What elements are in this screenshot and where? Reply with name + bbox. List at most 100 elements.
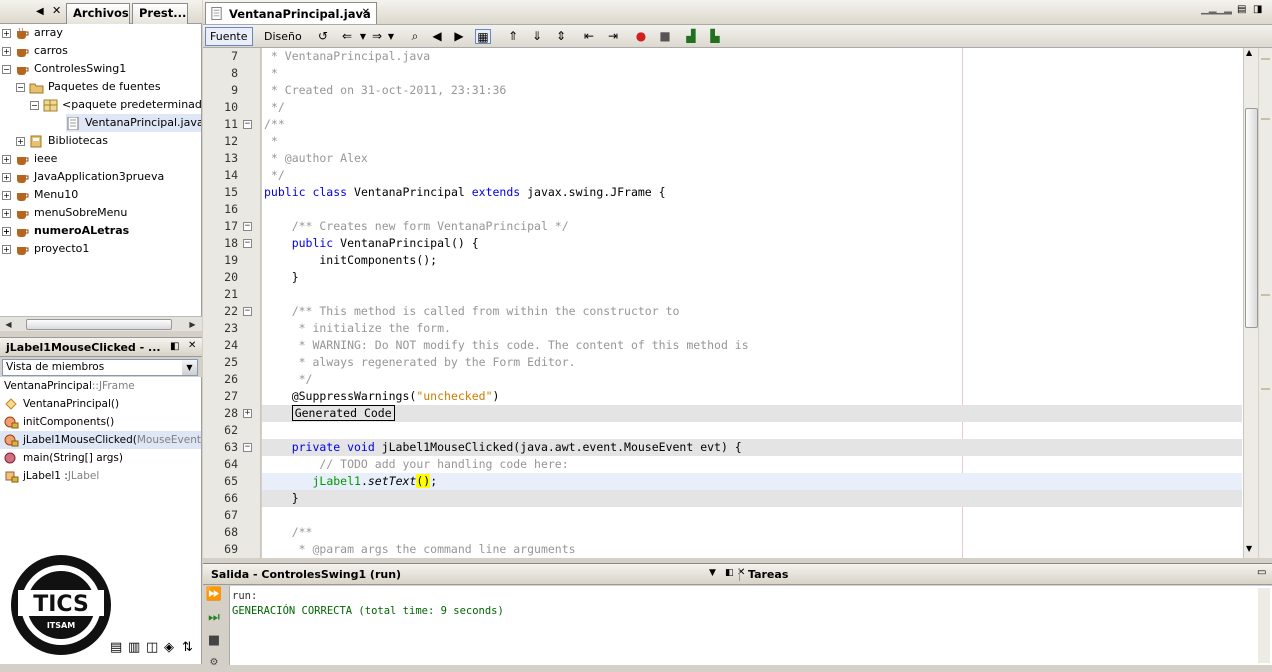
filter-icon[interactable]: ▥ <box>128 640 140 655</box>
tree-item-bibliotecas[interactable]: + Bibliotecas <box>16 132 108 150</box>
record-macro-icon[interactable]: ● <box>633 29 649 44</box>
tree-item-ieee[interactable]: + ieee <box>2 150 57 168</box>
scroll-down-icon[interactable]: ▼ <box>1246 544 1252 553</box>
collapse-icon[interactable]: − <box>16 82 25 92</box>
scroll-thumb[interactable] <box>1245 108 1258 328</box>
stripe-mark[interactable] <box>1261 58 1270 60</box>
filter-icon[interactable]: ◫ <box>146 640 158 655</box>
filter-icon[interactable]: ⇅ <box>182 640 193 655</box>
code-line[interactable]: * <box>262 65 1242 82</box>
code-line[interactable]: * @param args the command line arguments <box>262 541 1242 558</box>
expand-icon[interactable]: + <box>2 28 11 38</box>
tree-item-paquete-predeterminado[interactable]: − <paquete predeterminado <box>30 96 201 114</box>
output-console[interactable]: run: GENERACIÓN CORRECTA (total time: 9 … <box>229 586 1272 665</box>
code-line[interactable] <box>262 507 1242 524</box>
tree-item-controlesswing1[interactable]: − ControlesSwing1 <box>2 60 126 78</box>
tree-item-proyecto1[interactable]: + proyecto1 <box>2 240 89 258</box>
window-menu-icon[interactable]: ◧ <box>170 341 179 352</box>
stripe-mark[interactable] <box>1261 294 1270 296</box>
code-line[interactable]: private void jLabel1MouseClicked(java.aw… <box>262 439 1242 456</box>
tab-tareas[interactable]: Tareas <box>739 568 788 581</box>
code-line[interactable]: * @author Alex <box>262 150 1242 167</box>
stripe-mark[interactable] <box>1261 118 1270 120</box>
code-line[interactable]: initComponents(); <box>262 252 1242 269</box>
tree-item-numeroaletras[interactable]: + numeroALetras <box>2 222 129 240</box>
member-row[interactable]: main(String[] args) <box>4 449 123 467</box>
minimize-icon[interactable]: ▭ <box>1257 567 1266 578</box>
tab-list-icon[interactable]: ▤ <box>1237 4 1246 15</box>
close-icon[interactable]: ✕ <box>362 7 370 18</box>
collapse-icon[interactable]: − <box>2 64 11 74</box>
diseno-button[interactable]: Diseño <box>259 27 307 46</box>
fold-collapse-icon[interactable]: − <box>243 443 252 452</box>
stop-macro-icon[interactable]: ■ <box>657 29 673 44</box>
editor-tab-ventanaprincipal[interactable]: VentanaPrincipal.java ✕ <box>205 2 377 24</box>
code-line[interactable]: * VentanaPrincipal.java <box>262 48 1242 65</box>
fold-collapse-icon[interactable]: − <box>243 239 252 248</box>
expand-icon[interactable]: + <box>16 136 25 146</box>
chevron-down-icon[interactable]: ▼ <box>383 29 399 44</box>
rerun-options-icon[interactable]: ⏭ <box>205 609 223 627</box>
fold-collapse-icon[interactable]: − <box>243 307 252 316</box>
code-line[interactable]: jLabel1.setText(); <box>262 473 1242 490</box>
tree-item-ventanaprincipal-java[interactable]: VentanaPrincipal.java <box>66 114 201 132</box>
collapse-icon[interactable]: − <box>30 100 39 110</box>
code-line[interactable]: } <box>262 490 1242 507</box>
navigator-class-row[interactable]: VentanaPrincipal :: JFrame <box>4 377 135 395</box>
project-tree-hscroll[interactable]: ◀ ▶ <box>0 316 202 331</box>
stop-icon[interactable]: ■ <box>205 632 223 650</box>
find-next-icon[interactable]: ▶ <box>451 29 467 44</box>
code-line[interactable] <box>262 422 1242 439</box>
tree-item-menusobremenu[interactable]: + menuSobreMenu <box>2 204 127 222</box>
code-line[interactable]: /** <box>262 524 1242 541</box>
code-line[interactable] <box>262 286 1242 303</box>
fold-collapse-icon[interactable]: − <box>243 222 252 231</box>
back-icon[interactable]: ⇐ <box>339 29 355 44</box>
code-line[interactable]: // TODO add your handling code here: <box>262 456 1242 473</box>
navigator-view-select[interactable]: Vista de miembros ▼ <box>2 359 198 376</box>
expand-icon[interactable]: + <box>2 172 11 182</box>
expand-icon[interactable]: + <box>2 154 11 164</box>
rerun-icon[interactable]: ⏩ <box>205 586 223 604</box>
output-settings-icon[interactable]: ⚙ <box>205 654 223 672</box>
scroll-left-icon[interactable]: ◀ <box>2 318 15 331</box>
find-previous-icon[interactable]: ◀ <box>429 29 445 44</box>
output-vscroll[interactable] <box>1258 588 1270 663</box>
stripe-mark[interactable] <box>1261 388 1270 390</box>
code-line[interactable]: } <box>262 269 1242 286</box>
code-line[interactable]: Generated Code <box>262 405 1242 422</box>
chevron-down-icon[interactable]: ▼ <box>709 568 716 578</box>
member-row[interactable]: jLabel1 : JLabel <box>4 467 99 485</box>
last-edit-icon[interactable]: ↺ <box>315 29 331 44</box>
code-line[interactable]: /** This method is called from within th… <box>262 303 1242 320</box>
tree-item-array[interactable]: + array <box>2 24 63 42</box>
filter-icon[interactable]: ▤ <box>110 640 122 655</box>
comment-icon[interactable]: ▟ <box>683 29 699 44</box>
chevron-down-icon[interactable]: ▼ <box>182 360 197 375</box>
tab-prestaciones[interactable]: Prest... <box>132 3 188 24</box>
fuente-button[interactable]: Fuente <box>205 27 253 46</box>
member-row[interactable]: VentanaPrincipal() <box>4 395 119 413</box>
code-line[interactable]: * always regenerated by the Form Editor. <box>262 354 1242 371</box>
scroll-thumb[interactable] <box>26 319 172 330</box>
expand-icon[interactable]: + <box>2 190 11 200</box>
toggle-bookmark-icon[interactable]: ⇕ <box>553 29 569 44</box>
code-area[interactable]: * VentanaPrincipal.java * * Created on 3… <box>262 48 1243 558</box>
expand-icon[interactable]: + <box>2 244 11 254</box>
expand-icon[interactable]: + <box>2 208 11 218</box>
code-line[interactable]: */ <box>262 99 1242 116</box>
code-line[interactable]: /** Creates new form VentanaPrincipal */ <box>262 218 1242 235</box>
member-row-selected[interactable]: jLabel1MouseClicked(MouseEvent ev <box>0 431 201 449</box>
tab-archivos[interactable]: Archivos <box>66 3 130 24</box>
window-menu-icon[interactable]: ◧ <box>725 568 734 578</box>
uncomment-icon[interactable]: ▙ <box>707 29 723 44</box>
code-line[interactable]: */ <box>262 371 1242 388</box>
code-line[interactable]: public class VentanaPrincipal extends ja… <box>262 184 1242 201</box>
member-row[interactable]: initComponents() <box>4 413 114 431</box>
code-line[interactable]: @SuppressWarnings("unchecked") <box>262 388 1242 405</box>
tree-item-carros[interactable]: + carros <box>2 42 68 60</box>
tab-scroll-icon[interactable]: ▁▂▁▂ <box>1201 4 1232 15</box>
previous-bookmark-icon[interactable]: ⇑ <box>505 29 521 44</box>
close-icon[interactable]: ✕ <box>52 4 61 17</box>
code-line[interactable]: * WARNING: Do NOT modify this code. The … <box>262 337 1242 354</box>
